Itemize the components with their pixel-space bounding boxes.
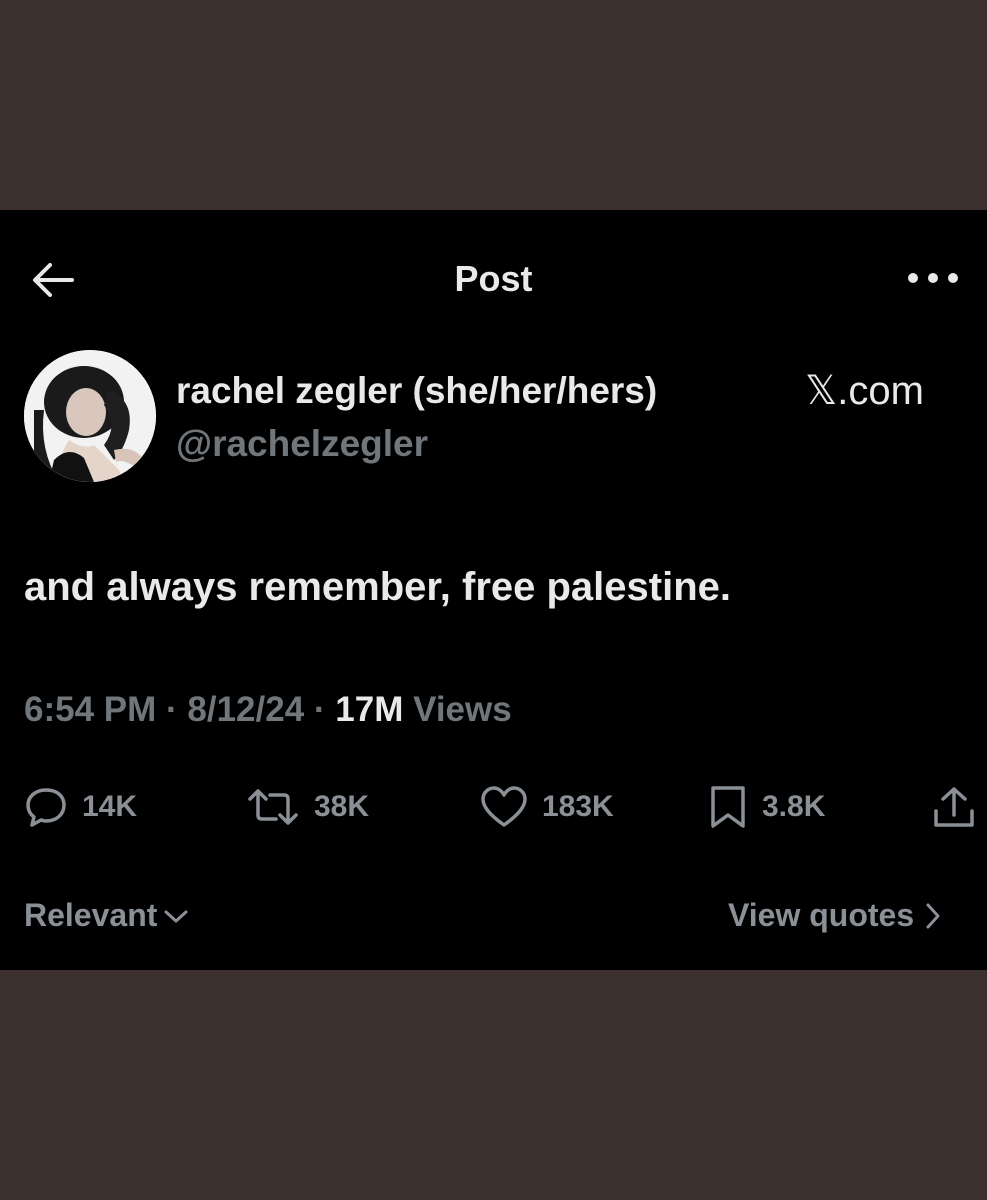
post-date[interactable]: 8/12/24 xyxy=(187,690,304,729)
post-text: and always remember, free palestine. xyxy=(24,565,732,609)
more-horizontal-icon xyxy=(908,273,958,283)
more-options-button[interactable] xyxy=(905,268,961,288)
chevron-down-icon xyxy=(164,910,188,922)
view-quotes-label: View quotes xyxy=(728,897,915,933)
view-quotes-link[interactable]: View quotes xyxy=(728,897,944,934)
meta-separator: · xyxy=(304,690,336,729)
page-title: Post xyxy=(454,258,533,299)
heart-icon xyxy=(481,786,527,827)
reply-icon xyxy=(26,788,66,827)
reply-button[interactable]: 14K xyxy=(24,785,137,829)
post-time[interactable]: 6:54 PM xyxy=(24,690,156,729)
share-button[interactable] xyxy=(932,785,976,829)
avatar[interactable] xyxy=(24,350,156,482)
display-name[interactable]: rachel zegler (she/her/hers) xyxy=(176,370,657,412)
post-screen: Post rachel zegler (she/her/hers) 𝕏.com … xyxy=(0,210,987,970)
share-icon xyxy=(934,787,974,827)
meta-separator: · xyxy=(156,690,188,729)
like-count: 183K xyxy=(542,790,614,823)
reply-count: 14K xyxy=(82,790,138,823)
profile-photo xyxy=(24,350,156,482)
bookmark-button[interactable]: 3.8K xyxy=(708,785,825,829)
source-watermark: 𝕏.com xyxy=(805,369,924,413)
repost-icon xyxy=(248,789,298,825)
post-metadata: 6:54 PM · 8/12/24 · 17M Views xyxy=(24,690,512,730)
like-button[interactable]: 183K xyxy=(480,785,614,829)
views-count: 17M xyxy=(335,690,404,729)
sort-label: Relevant xyxy=(24,897,158,933)
bookmark-count: 3.8K xyxy=(762,790,826,823)
repost-button[interactable]: 38K xyxy=(246,785,369,829)
repost-count: 38K xyxy=(314,790,370,823)
views-label: Views xyxy=(413,690,512,729)
sort-replies-dropdown[interactable]: Relevant xyxy=(24,897,189,934)
chevron-right-icon xyxy=(926,903,940,928)
bookmark-icon xyxy=(711,786,745,828)
user-handle[interactable]: @rachelzegler xyxy=(176,423,428,465)
